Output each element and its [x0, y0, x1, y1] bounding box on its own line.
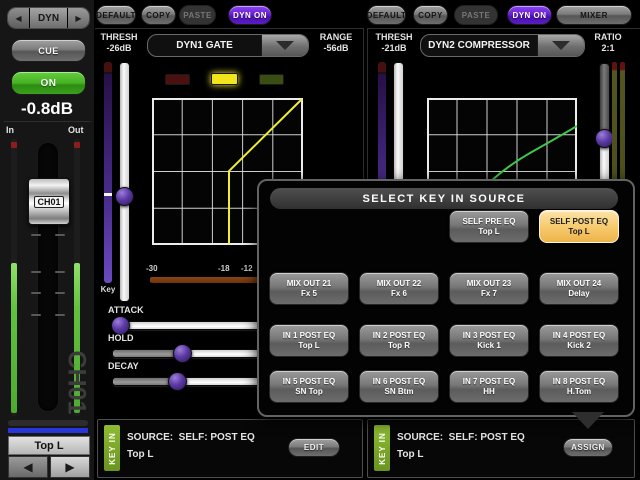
channel-color-bar — [8, 428, 88, 433]
next-channel-icon: ▶ — [65, 460, 74, 474]
channel-strip: ◀ DYN ▶ CUE ON -0.8dB In Out — [0, 0, 96, 480]
keyin-source-text: SOURCE: SELF: POST EQ — [127, 432, 255, 443]
dyn1-range-label: RANGE — [313, 32, 359, 42]
paste-button-dyn2[interactable]: PASTE — [454, 5, 498, 25]
gate-led-yellow — [211, 73, 238, 85]
key-meter-dyn1 — [104, 62, 112, 283]
keyin-panel-dyn1: KEY IN SOURCE: SELF: POST EQ Top L EDIT — [97, 419, 363, 478]
dyn1-thresh-label: THRESH — [98, 32, 140, 42]
key-source-in-3-post-eq[interactable]: IN 3 POST EQKick 1 — [449, 324, 529, 357]
channel-watermark: CH01 — [61, 351, 90, 415]
keyin-source-text: SOURCE: SELF: POST EQ — [397, 432, 525, 443]
copy-button-dyn2[interactable]: COPY — [413, 5, 448, 25]
paste-button-dyn1[interactable]: PASTE — [179, 5, 216, 25]
key-source-in-4-post-eq[interactable]: IN 4 POST EQKick 2 — [539, 324, 619, 357]
dyn1-type-dropdown[interactable]: DYN1 GATE — [147, 34, 309, 57]
default-button-dyn1[interactable]: DEFAULT — [96, 5, 136, 25]
mixer-button[interactable]: MIXER — [556, 5, 632, 25]
dyn1-thresh-value: -26dB — [98, 43, 140, 53]
dyn1-key-label: Key — [96, 285, 120, 294]
key-source-mix-out-23[interactable]: MIX OUT 23Fx 7 — [449, 272, 529, 305]
hold-label: HOLD — [108, 333, 134, 343]
prev-screen-button[interactable]: ◀ — [8, 8, 30, 28]
key-source-in-8-post-eq[interactable]: IN 8 POST EQH.Tom — [539, 370, 619, 403]
key-source-in-2-post-eq[interactable]: IN 2 POST EQTop R — [359, 324, 439, 357]
input-meter — [11, 139, 17, 416]
keyin-source-grid: SELF PRE EQTop L SELF POST EQTop L MIX OUT… — [259, 181, 633, 415]
cue-button[interactable]: CUE — [11, 39, 86, 62]
fader-scale-mark — [31, 314, 41, 316]
dyn-on-button-dyn2[interactable]: DYN ON — [507, 5, 552, 25]
gate-axis-tick-12: -12 — [241, 264, 253, 273]
gate-axis-tick-18: -18 — [218, 264, 230, 273]
gate-led-green — [259, 74, 284, 85]
key-source-in-5-post-eq[interactable]: IN 5 POST EQSN Top — [269, 370, 349, 403]
fader-scale-mark — [31, 234, 41, 236]
hold-knob[interactable] — [173, 344, 192, 363]
next-channel-button[interactable]: ▶ — [50, 456, 90, 478]
key-source-in-6-post-eq[interactable]: IN 6 POST EQSN Btm — [359, 370, 439, 403]
channel-level: -0.8dB — [0, 99, 94, 119]
strip-footer-bar — [8, 420, 88, 426]
prev-screen-icon: ◀ — [15, 14, 21, 23]
key-source-self-pre-eq[interactable]: SELF PRE EQTop L — [449, 210, 529, 243]
channel-name[interactable]: Top L — [8, 436, 90, 455]
dynamics-screen: ◀ DYN ▶ CUE ON -0.8dB In Out — [0, 0, 640, 480]
default-button-dyn2[interactable]: DEFAULT — [367, 5, 406, 25]
decay-label: DECAY — [108, 361, 139, 371]
gate-led-red — [165, 74, 190, 85]
key-source-mix-out-22[interactable]: MIX OUT 22Fx 6 — [359, 272, 439, 305]
edit-button[interactable]: EDIT — [288, 438, 340, 457]
popup-pointer — [572, 412, 604, 429]
key-source-in-7-post-eq[interactable]: IN 7 POST EQHH — [449, 370, 529, 403]
thresh-slider-dyn1[interactable] — [119, 62, 130, 302]
keyin-tab: KEY IN — [374, 425, 390, 471]
dyn2-ratio-label: RATIO — [588, 32, 628, 42]
thresh-knob-dyn1[interactable] — [115, 187, 134, 206]
key-source-mix-out-21[interactable]: MIX OUT 21Fx 5 — [269, 272, 349, 305]
key-source-mix-out-24[interactable]: MIX OUT 24Delay — [539, 272, 619, 305]
key-source-in-1-post-eq[interactable]: IN 1 POST EQTop L — [269, 324, 349, 357]
fader-scale-mark — [55, 292, 65, 294]
assign-button[interactable]: ASSIGN — [563, 438, 613, 457]
copy-button-dyn1[interactable]: COPY — [141, 5, 176, 25]
dyn2-thresh-value: -21dB — [372, 43, 416, 53]
dyn2-thresh-label: THRESH — [372, 32, 416, 42]
meter-out-label: Out — [68, 125, 84, 135]
meter-in-label: In — [6, 125, 14, 135]
dyn-on-button-dyn1[interactable]: DYN ON — [228, 5, 272, 25]
dropdown-arrow-icon — [261, 35, 308, 56]
fader-cap-label: CH01 — [34, 196, 63, 208]
fader-scale-mark — [31, 292, 41, 294]
decay-knob[interactable] — [168, 372, 187, 391]
keyin-source-detail: Top L — [127, 449, 153, 460]
fader-scale-mark — [31, 271, 41, 273]
fader-scale-mark — [55, 234, 65, 236]
on-button[interactable]: ON — [11, 71, 86, 95]
key-source-self-post-eq[interactable]: SELF POST EQTop L — [539, 210, 619, 243]
dyn2-type-dropdown[interactable]: DYN2 COMPRESSOR — [420, 34, 585, 57]
dyn2-ratio-value: 2:1 — [588, 43, 628, 53]
channel-nav: ◀ DYN ▶ — [7, 7, 90, 29]
fader-scale-mark — [55, 314, 65, 316]
prev-channel-icon: ◀ — [23, 460, 32, 474]
keyin-source-detail: Top L — [397, 449, 423, 460]
next-screen-button[interactable]: ▶ — [67, 8, 89, 28]
fader-scale-mark — [55, 271, 65, 273]
keyin-tab: KEY IN — [104, 425, 120, 471]
prev-channel-button[interactable]: ◀ — [8, 456, 48, 478]
dyn1-range-value: -56dB — [313, 43, 359, 53]
next-screen-icon: ▶ — [75, 14, 81, 23]
screen-mode-label: DYN — [30, 8, 67, 28]
keyin-source-popup: SELECT KEY IN SOURCE SELF PRE EQTop LSEL… — [257, 179, 635, 417]
fader-cap[interactable]: CH01 — [28, 178, 70, 225]
dropdown-arrow-icon — [537, 35, 584, 56]
gate-axis-tick-30: -30 — [146, 264, 158, 273]
strip-divider — [4, 121, 91, 122]
attack-label: ATTACK — [108, 305, 144, 315]
